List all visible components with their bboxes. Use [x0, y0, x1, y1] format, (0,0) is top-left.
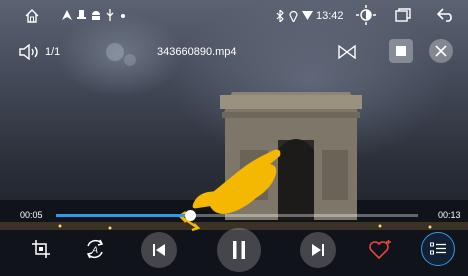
- video-player-screen: 13:42 1/1 343660890.mp4 00:05 00:13 A: [0, 0, 468, 276]
- next-icon: [312, 244, 324, 256]
- play-pause-button[interactable]: [217, 228, 261, 272]
- file-name: 343660890.mp4: [157, 46, 237, 58]
- total-duration: 00:13: [438, 210, 461, 220]
- dot-icon: [121, 14, 125, 18]
- location-icon: [289, 10, 298, 22]
- playlist-button[interactable]: [421, 232, 455, 266]
- close-button[interactable]: [429, 39, 453, 63]
- window-icon[interactable]: [395, 8, 411, 22]
- usb-icon: [106, 9, 114, 21]
- next-button[interactable]: [300, 232, 336, 268]
- bowtie-icon[interactable]: [338, 45, 356, 59]
- window-mode-button[interactable]: [389, 39, 413, 63]
- bluetooth-icon: [276, 10, 284, 22]
- seek-bar-progress: [56, 214, 190, 217]
- player-top-bar: 1/1 343660890.mp4: [0, 34, 468, 70]
- elapsed-time: 00:05: [20, 210, 43, 220]
- seek-bar[interactable]: [56, 210, 418, 221]
- seek-bar-thumb[interactable]: [184, 210, 196, 221]
- android-icon: [92, 11, 100, 20]
- previous-icon: [153, 244, 165, 256]
- svg-text:A: A: [91, 245, 98, 255]
- status-bar: 13:42: [0, 0, 468, 34]
- previous-button[interactable]: [141, 232, 177, 268]
- window-mode-icon: [396, 46, 406, 56]
- back-arrow-icon[interactable]: [437, 8, 455, 22]
- clock: 13:42: [316, 10, 344, 22]
- wifi-icon: [302, 11, 313, 20]
- brightness-icon[interactable]: [356, 5, 376, 25]
- playlist-position: 1/1: [45, 46, 61, 58]
- close-icon: [435, 45, 447, 57]
- crop-icon[interactable]: [32, 240, 50, 258]
- favorite-icon[interactable]: [369, 240, 393, 260]
- notification-icon: [77, 10, 86, 19]
- pause-icon: [233, 241, 245, 259]
- navigation-arrow-icon: [62, 10, 72, 20]
- home-icon[interactable]: [24, 8, 40, 24]
- playlist-icon: [430, 242, 446, 255]
- volume-icon[interactable]: [19, 44, 41, 60]
- auto-rotate-icon[interactable]: A: [84, 238, 106, 260]
